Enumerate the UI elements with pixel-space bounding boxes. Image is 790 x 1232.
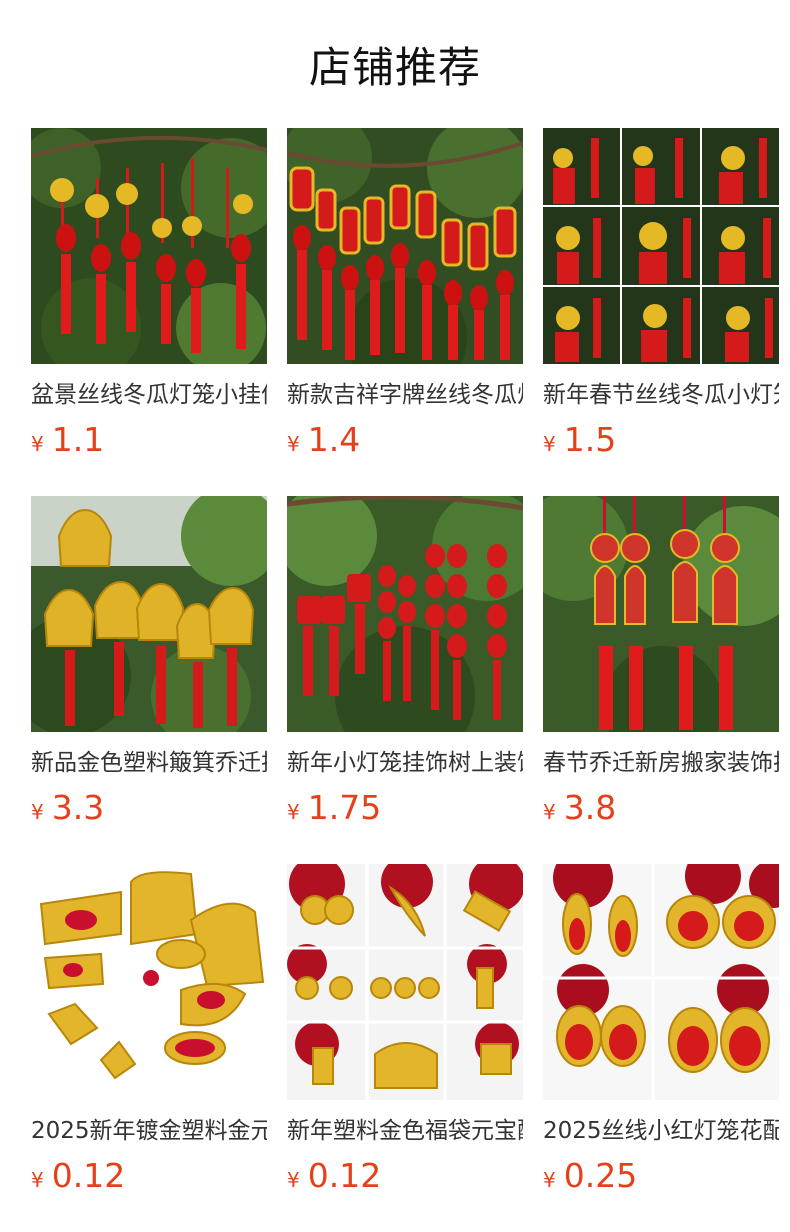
product-title[interactable]: 2025丝线小红灯笼花配件: [543, 1116, 779, 1146]
page-title: 店铺推荐: [308, 42, 481, 92]
currency-symbol: ¥: [31, 1168, 44, 1192]
price-value: 0.12: [51, 1156, 126, 1195]
product-image[interactable]: [543, 128, 779, 364]
price-value: 0.25: [563, 1156, 638, 1195]
price-value: 1.75: [307, 788, 382, 827]
product-price: ¥ 0.12: [287, 1156, 523, 1195]
product-card[interactable]: 2025新年镀金塑料金元宝 ¥ 0.12: [31, 864, 267, 1232]
product-image[interactable]: [287, 496, 523, 732]
currency-symbol: ¥: [287, 432, 300, 456]
product-title[interactable]: 新品金色塑料簸箕乔迁挂件: [31, 748, 267, 778]
product-card[interactable]: 盆景丝线冬瓜灯笼小挂件 ¥ 1.1: [31, 128, 267, 496]
product-image[interactable]: [287, 864, 523, 1100]
currency-symbol: ¥: [31, 800, 44, 824]
product-title[interactable]: 2025新年镀金塑料金元宝: [31, 1116, 267, 1146]
product-price: ¥ 1.5: [543, 420, 779, 459]
price-value: 3.8: [563, 788, 617, 827]
product-card[interactable]: 2025丝线小红灯笼花配件 ¥ 0.25: [543, 864, 779, 1232]
price-value: 1.1: [51, 420, 105, 459]
product-price: ¥ 3.8: [543, 788, 779, 827]
product-image[interactable]: [31, 128, 267, 364]
product-price: ¥ 1.75: [287, 788, 523, 827]
page-header: 店铺推荐: [0, 0, 790, 128]
product-image[interactable]: [31, 864, 267, 1100]
product-price: ¥ 0.12: [31, 1156, 267, 1195]
currency-symbol: ¥: [287, 1168, 300, 1192]
product-title[interactable]: 新年春节丝线冬瓜小灯笼: [543, 380, 779, 410]
currency-symbol: ¥: [543, 432, 556, 456]
product-card[interactable]: 新品金色塑料簸箕乔迁挂件 ¥ 3.3: [31, 496, 267, 864]
product-image[interactable]: [543, 496, 779, 732]
product-image[interactable]: [287, 128, 523, 364]
product-price: ¥ 3.3: [31, 788, 267, 827]
product-title[interactable]: 新款吉祥字牌丝线冬瓜灯笼: [287, 380, 523, 410]
product-title[interactable]: 春节乔迁新房搬家装饰挂件: [543, 748, 779, 778]
price-value: 3.3: [51, 788, 105, 827]
product-card[interactable]: 新年春节丝线冬瓜小灯笼 ¥ 1.5: [543, 128, 779, 496]
product-image[interactable]: [543, 864, 779, 1100]
price-value: 0.12: [307, 1156, 382, 1195]
price-value: 1.4: [307, 420, 361, 459]
product-title[interactable]: 新年小灯笼挂饰树上装饰: [287, 748, 523, 778]
product-card[interactable]: 春节乔迁新房搬家装饰挂件 ¥ 3.8: [543, 496, 779, 864]
product-card[interactable]: 新年小灯笼挂饰树上装饰 ¥ 1.75: [287, 496, 523, 864]
product-price: ¥ 1.4: [287, 420, 523, 459]
currency-symbol: ¥: [543, 1168, 556, 1192]
product-image[interactable]: [31, 496, 267, 732]
product-title[interactable]: 新年塑料金色福袋元宝配件: [287, 1116, 523, 1146]
currency-symbol: ¥: [31, 432, 44, 456]
currency-symbol: ¥: [543, 800, 556, 824]
product-price: ¥ 1.1: [31, 420, 267, 459]
product-title[interactable]: 盆景丝线冬瓜灯笼小挂件: [31, 380, 267, 410]
product-grid: 盆景丝线冬瓜灯笼小挂件 ¥ 1.1 新款吉祥字牌丝线冬瓜 ¥ 1.4 新年春节丝…: [31, 128, 779, 1232]
product-card[interactable]: 新款吉祥字牌丝线冬瓜灯笼 ¥ 1.4: [287, 128, 523, 496]
price-value: 1.5: [563, 420, 617, 459]
product-price: ¥ 0.25: [543, 1156, 779, 1195]
currency-symbol: ¥: [287, 800, 300, 824]
store-recommend-page: 店铺推荐 盆景丝线冬瓜灯笼小挂件 ¥ 1.1 新款吉祥字牌丝线冬瓜 ¥ 1.4 …: [0, 0, 790, 1232]
product-card[interactable]: 新年塑料金色福袋元宝配件 ¥ 0.12: [287, 864, 523, 1232]
